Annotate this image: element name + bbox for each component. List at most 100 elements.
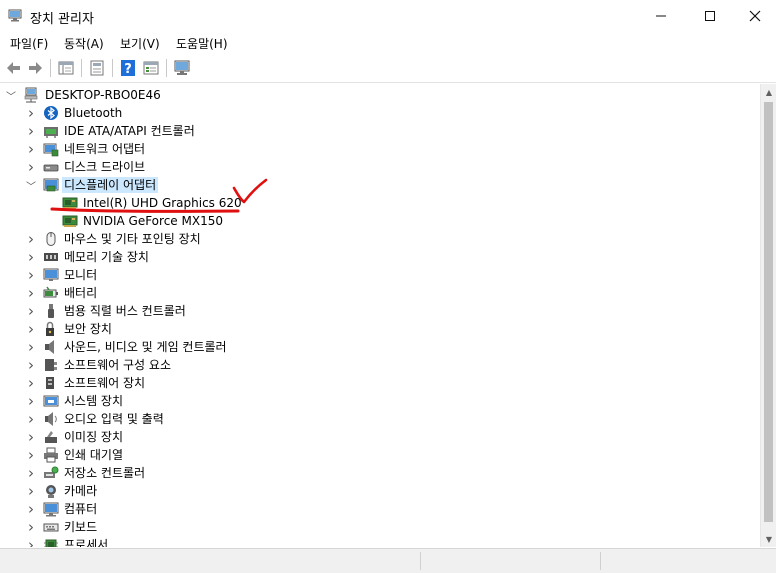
tree-category[interactable]: › 메모리 기술 장치	[1, 248, 761, 266]
maximize-button[interactable]	[687, 0, 733, 32]
tree-category-label: 범용 직렬 버스 컨트롤러	[64, 304, 186, 318]
vertical-scrollbar[interactable]: ▲ ▼	[760, 84, 776, 547]
toolbar-separator	[50, 59, 51, 77]
tree-category-label: 컴퓨터	[64, 502, 98, 516]
battery-icon	[43, 286, 58, 298]
chevron-right-icon[interactable]: ›	[25, 320, 37, 338]
processor-icon	[44, 539, 58, 547]
close-icon	[749, 10, 761, 22]
chevron-right-icon[interactable]: ›	[25, 500, 37, 518]
chevron-right-icon[interactable]: ›	[25, 248, 37, 266]
tree-category[interactable]: › 인쇄 대기열	[1, 446, 761, 464]
chevron-right-icon[interactable]: ›	[25, 230, 37, 248]
tree-category[interactable]: › 범용 직렬 버스 컨트롤러	[1, 302, 761, 320]
scroll-down-icon[interactable]: ▼	[761, 531, 776, 547]
display-device-icon	[62, 215, 78, 227]
computer-icon	[43, 502, 59, 517]
chevron-right-icon[interactable]: ›	[25, 464, 37, 482]
properties-panel-icon[interactable]	[57, 59, 75, 77]
sound-icon	[45, 340, 54, 354]
document-properties-icon[interactable]	[88, 59, 106, 77]
computer-root-icon	[24, 87, 38, 103]
chevron-right-icon[interactable]: ›	[25, 356, 37, 374]
tree-category-label: Bluetooth	[64, 106, 123, 120]
tree-category[interactable]: › Bluetooth	[1, 104, 761, 122]
menu-help[interactable]: 도움말(H)	[176, 35, 228, 52]
camera-icon	[46, 485, 56, 498]
chevron-right-icon[interactable]: ›	[25, 122, 37, 140]
tree-category[interactable]: › IDE ATA/ATAPI 컨트롤러	[1, 122, 761, 140]
scroll-up-icon[interactable]: ▲	[761, 84, 776, 100]
tree-category[interactable]: › 키보드	[1, 518, 761, 536]
chevron-right-icon[interactable]: ›	[25, 446, 37, 464]
tree-category[interactable]: › 컴퓨터	[1, 500, 761, 518]
tree-category-label: 소프트웨어 구성 요소	[64, 358, 171, 372]
chevron-right-icon[interactable]: ›	[25, 284, 37, 302]
device-tree[interactable]: ﹀ DESKTOP-RBO0E46 › Bluetooth › IDE ATA/ATA…	[1, 84, 761, 547]
chevron-right-icon[interactable]: ›	[25, 410, 37, 428]
tree-category[interactable]: › 소프트웨어 장치	[1, 374, 761, 392]
tree-category-label: 키보드	[64, 520, 98, 534]
mouse-icon	[46, 232, 56, 246]
chevron-right-icon[interactable]: ›	[25, 104, 37, 122]
chevron-down-icon[interactable]: ﹀	[25, 177, 37, 193]
status-divider	[420, 552, 421, 570]
menu-file[interactable]: 파일(F)	[10, 35, 48, 52]
tree-category[interactable]: › 디스크 드라이브	[1, 158, 761, 176]
view-details-icon[interactable]	[142, 59, 160, 77]
tree-root[interactable]: ﹀ DESKTOP-RBO0E46	[1, 86, 761, 104]
tree-category[interactable]: › 이미징 장치	[1, 428, 761, 446]
tree-category[interactable]: › 사운드, 비디오 및 게임 컨트롤러	[1, 338, 761, 356]
scan-hardware-icon[interactable]	[173, 59, 191, 77]
imaging-icon	[45, 431, 57, 443]
close-button[interactable]	[732, 0, 776, 32]
help-icon[interactable]: ?	[119, 59, 137, 77]
chevron-right-icon[interactable]: ›	[25, 392, 37, 410]
minimize-button[interactable]	[638, 0, 684, 32]
print-queue-icon	[44, 447, 58, 463]
chevron-right-icon[interactable]: ›	[25, 518, 37, 536]
status-bar	[0, 548, 776, 573]
tree-category[interactable]: › 배터리	[1, 284, 761, 302]
chevron-right-icon[interactable]: ›	[25, 482, 37, 500]
tree-category[interactable]: › 프로세서	[1, 536, 761, 547]
status-divider	[600, 552, 601, 570]
tree-category[interactable]: › 모니터	[1, 266, 761, 284]
audio-io-icon	[45, 412, 57, 426]
tree-device[interactable]: Intel(R) UHD Graphics 620	[1, 194, 761, 212]
chevron-right-icon[interactable]: ›	[25, 158, 37, 176]
tree-category[interactable]: › 소프트웨어 구성 요소	[1, 356, 761, 374]
chevron-right-icon[interactable]: ›	[25, 140, 37, 158]
chevron-right-icon[interactable]: ›	[25, 374, 37, 392]
chevron-right-icon[interactable]: ›	[25, 428, 37, 446]
chevron-right-icon[interactable]: ›	[25, 302, 37, 320]
chevron-right-icon[interactable]: ›	[25, 338, 37, 356]
menu-view[interactable]: 보기(V)	[120, 35, 160, 52]
tree-device[interactable]: NVIDIA GeForce MX150	[1, 212, 761, 230]
tree-category[interactable]: › 시스템 장치	[1, 392, 761, 410]
tree-category[interactable]: ﹀ 디스플레이 어댑터	[1, 176, 761, 194]
tree-category[interactable]: › 저장소 컨트롤러	[1, 464, 761, 482]
forward-arrow-icon[interactable]	[26, 59, 44, 77]
scrollbar-thumb[interactable]	[764, 102, 773, 522]
chevron-right-icon[interactable]: ›	[25, 536, 37, 547]
monitor-icon	[43, 268, 59, 281]
tree-category[interactable]: › 네트워크 어댑터	[1, 140, 761, 158]
toolbar-separator	[112, 59, 113, 77]
tree-category[interactable]: › 오디오 입력 및 출력	[1, 410, 761, 428]
maximize-icon	[705, 11, 715, 21]
tree-category[interactable]: › 카메라	[1, 482, 761, 500]
title-bar: 장치 관리자	[0, 0, 776, 32]
chevron-right-icon[interactable]: ›	[25, 266, 37, 284]
menu-action[interactable]: 동작(A)	[64, 35, 104, 52]
minimize-icon	[656, 15, 666, 17]
security-device-icon	[46, 321, 54, 336]
tree-category-label: IDE ATA/ATAPI 컨트롤러	[64, 124, 195, 138]
chevron-down-icon[interactable]: ﹀	[5, 87, 17, 103]
tree-category-label: 프로세서	[64, 538, 109, 547]
toolbar-separator	[81, 59, 82, 77]
tree-category[interactable]: › 보안 장치	[1, 320, 761, 338]
tree-category[interactable]: › 마우스 및 기타 포인팅 장치	[1, 230, 761, 248]
back-arrow-icon[interactable]	[5, 59, 23, 77]
tree-category-label: 마우스 및 기타 포인팅 장치	[64, 232, 201, 246]
